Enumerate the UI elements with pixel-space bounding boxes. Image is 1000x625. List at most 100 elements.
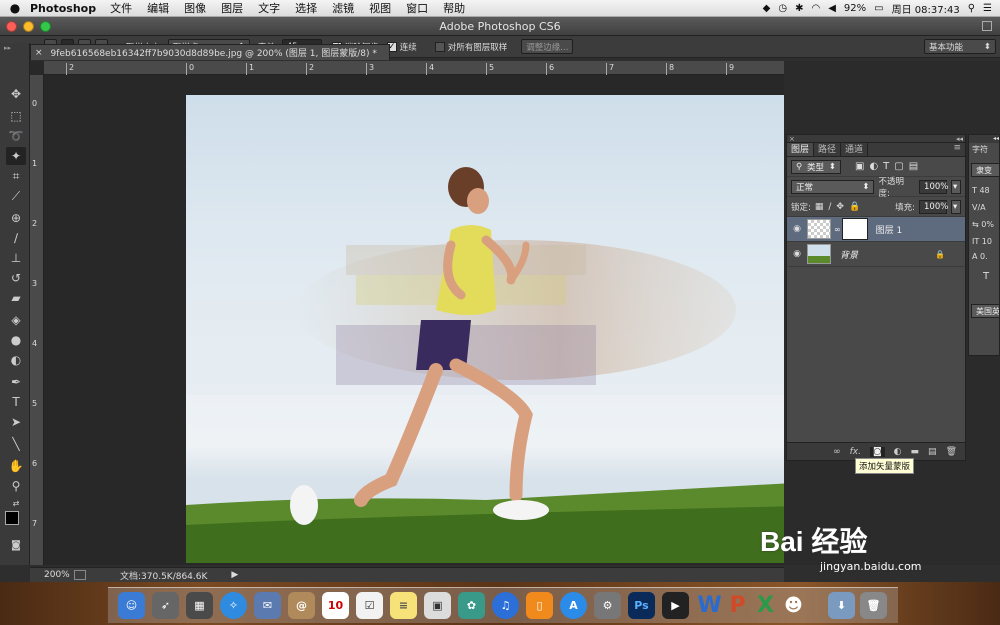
clock[interactable]: 周日 08:37:43 bbox=[892, 1, 960, 16]
fx-icon[interactable]: fx. bbox=[850, 447, 861, 457]
menu-file[interactable]: 文件 bbox=[110, 0, 132, 16]
collapse-tools-icon[interactable]: ▸▸ bbox=[0, 43, 29, 53]
wifi-icon[interactable]: ◠ bbox=[811, 3, 820, 14]
reminders-icon[interactable]: ☑ bbox=[356, 592, 383, 619]
app-menu[interactable]: Photoshop bbox=[30, 2, 96, 15]
collapse-panel-icon[interactable]: ◂◂ bbox=[956, 135, 965, 143]
eraser-tool-icon[interactable]: ▰ bbox=[6, 289, 26, 307]
lock-icons[interactable]: ▦∕✥🔒 bbox=[815, 202, 865, 212]
workspace-select[interactable]: 基本功能 ⬍ bbox=[924, 39, 996, 54]
word-icon[interactable]: W bbox=[696, 592, 723, 619]
itunes-icon[interactable]: ♫ bbox=[492, 592, 519, 619]
move-tool-icon[interactable]: ✥ bbox=[6, 85, 26, 103]
all-layers-option[interactable]: 对所有图层取样 bbox=[434, 41, 507, 53]
menu-layer[interactable]: 图层 bbox=[221, 0, 243, 16]
menu-window[interactable]: 窗口 bbox=[406, 0, 428, 16]
close-tab-icon[interactable]: × bbox=[35, 48, 43, 58]
lasso-tool-icon[interactable]: ➰ bbox=[6, 127, 26, 145]
visibility-eye-icon[interactable]: ◉ bbox=[787, 249, 807, 259]
canvas-workarea[interactable]: 2 0 1 2 3 4 5 6 7 8 9 0 1 2 3 4 5 6 7 bbox=[30, 61, 848, 565]
final-cut-icon[interactable]: ▶ bbox=[662, 592, 689, 619]
notification-icon[interactable]: ◆ bbox=[763, 3, 771, 14]
menu-image[interactable]: 图像 bbox=[184, 0, 206, 16]
tab-layers[interactable]: 图层 bbox=[787, 143, 815, 156]
menu-edit[interactable]: 编辑 bbox=[147, 0, 169, 16]
layer-row-background[interactable]: ◉ 背景 🔒 bbox=[787, 242, 965, 267]
pen-tool-icon[interactable]: ✒ bbox=[6, 373, 26, 391]
contiguous-option[interactable]: ✓ 连续 bbox=[386, 41, 417, 53]
fill-input[interactable]: 100% bbox=[919, 199, 948, 214]
battery-icon[interactable]: ▭ bbox=[874, 3, 883, 14]
menu-view[interactable]: 视图 bbox=[369, 0, 391, 16]
tracking-row[interactable]: ⇆ 0% bbox=[972, 220, 999, 229]
mission-control-icon[interactable]: ▦ bbox=[186, 592, 213, 619]
volume-icon[interactable]: ◀ bbox=[828, 3, 836, 14]
timemachine-icon[interactable]: ◷ bbox=[778, 3, 787, 14]
zoom-tool-icon[interactable]: ⚲ bbox=[6, 477, 26, 495]
menu-type[interactable]: 文字 bbox=[258, 0, 280, 16]
blend-mode-select[interactable]: 正常 ⬍ bbox=[791, 179, 875, 194]
photoshop-dock-icon[interactable]: Ps bbox=[628, 592, 655, 619]
fullscreen-icon[interactable] bbox=[982, 21, 992, 31]
notes-icon[interactable]: ≡ bbox=[390, 592, 417, 619]
battery-percent[interactable]: 92% bbox=[844, 3, 866, 14]
all-layers-checkbox[interactable] bbox=[434, 41, 445, 52]
clone-stamp-tool-icon[interactable]: ⊥ bbox=[6, 249, 26, 267]
opacity-input[interactable]: 100% bbox=[919, 179, 948, 194]
app-store-icon[interactable]: A bbox=[560, 592, 587, 619]
photos-icon[interactable]: ✿ bbox=[458, 592, 485, 619]
foreground-color-swatch[interactable] bbox=[5, 511, 19, 525]
powerpoint-icon[interactable]: P bbox=[724, 592, 751, 619]
ibooks-icon[interactable]: ▯ bbox=[526, 592, 553, 619]
layer-name[interactable]: 图层 1 bbox=[876, 223, 903, 236]
status-menu-icon[interactable]: ▶ bbox=[231, 570, 238, 580]
adjustment-layer-icon[interactable]: ◐ bbox=[894, 447, 902, 457]
collapse-char-panel-icon[interactable]: ◂◂ bbox=[969, 135, 999, 143]
new-group-icon[interactable]: ▬ bbox=[911, 447, 920, 457]
delete-layer-icon[interactable]: 🗑 bbox=[946, 447, 957, 457]
zoom-level[interactable]: 200% bbox=[30, 570, 70, 580]
filter-kind-select[interactable]: ⚲ 类型 ⬍ bbox=[791, 159, 841, 174]
magic-wand-tool-icon[interactable]: ✦ bbox=[6, 147, 26, 165]
calendar-icon[interactable]: 10 bbox=[322, 592, 349, 619]
filter-icons[interactable]: ▣◐T▢▤ bbox=[855, 161, 923, 172]
menu-help[interactable]: 帮助 bbox=[443, 0, 465, 16]
bluetooth-icon[interactable]: ✱ bbox=[795, 3, 803, 14]
add-mask-icon[interactable]: ◙ bbox=[869, 446, 885, 457]
new-layer-icon[interactable]: ▤ bbox=[928, 447, 937, 457]
vertical-ruler[interactable]: 0 1 2 3 4 5 6 7 bbox=[30, 75, 44, 565]
horizontal-ruler[interactable]: 2 0 1 2 3 4 5 6 7 8 9 bbox=[44, 61, 784, 75]
mail-icon[interactable]: ✉ bbox=[254, 592, 281, 619]
menu-filter[interactable]: 滤镜 bbox=[332, 0, 354, 16]
spotlight-icon[interactable]: ⚲ bbox=[968, 3, 975, 14]
safari-icon[interactable]: ✧ bbox=[220, 592, 247, 619]
path-selection-tool-icon[interactable]: ➤ bbox=[6, 413, 26, 431]
hand-tool-icon[interactable]: ✋ bbox=[6, 457, 26, 475]
close-panel-icon[interactable]: × bbox=[787, 135, 795, 143]
kerning-row[interactable]: V/A bbox=[972, 203, 999, 212]
finder-icon[interactable]: ☺ bbox=[118, 592, 145, 619]
faux-bold-icon[interactable]: T bbox=[983, 271, 999, 282]
history-brush-tool-icon[interactable]: ↺ bbox=[6, 269, 26, 287]
healing-brush-tool-icon[interactable]: ⊕ bbox=[6, 209, 26, 227]
document-image[interactable] bbox=[186, 95, 848, 563]
refine-edge-button[interactable]: 调整边缘... bbox=[521, 39, 574, 54]
tab-character[interactable]: 字符 bbox=[969, 143, 999, 157]
font-family-select[interactable]: 隶变 bbox=[971, 163, 999, 177]
eyedropper-tool-icon[interactable]: ⟋ bbox=[6, 187, 26, 205]
document-tab[interactable]: × 9feb616568eb16342ff7b9030d8d89be.jpg @… bbox=[30, 44, 390, 60]
menu-select[interactable]: 选择 bbox=[295, 0, 317, 16]
contacts-icon[interactable]: @ bbox=[288, 592, 315, 619]
opacity-stepper-icon[interactable]: ▾ bbox=[951, 179, 961, 194]
dodge-tool-icon[interactable]: ◐ bbox=[6, 351, 26, 369]
tab-channels[interactable]: 通道 bbox=[841, 143, 869, 156]
launchpad-icon[interactable]: ➶ bbox=[152, 592, 179, 619]
preview-icon[interactable]: ▣ bbox=[424, 592, 451, 619]
leading-row[interactable]: IT 10 bbox=[972, 237, 999, 246]
share-icon[interactable] bbox=[74, 570, 86, 580]
line-tool-icon[interactable]: ╲ bbox=[6, 435, 26, 453]
visibility-eye-icon[interactable]: ◉ bbox=[787, 224, 807, 234]
type-tool-icon[interactable]: T bbox=[6, 393, 26, 411]
crop-tool-icon[interactable]: ⌗ bbox=[6, 167, 26, 185]
tab-paths[interactable]: 路径 bbox=[814, 143, 842, 156]
